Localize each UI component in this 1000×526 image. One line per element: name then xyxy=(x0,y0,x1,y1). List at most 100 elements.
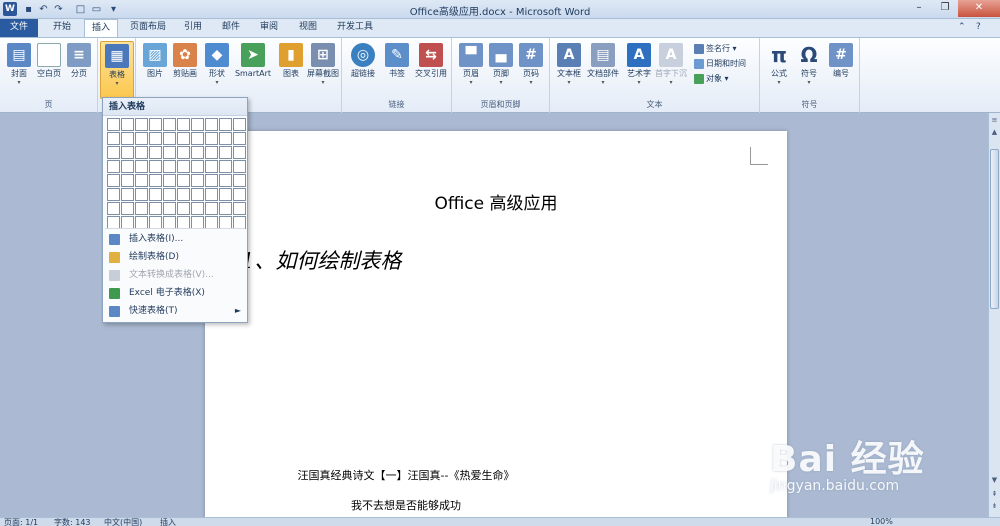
footer-button[interactable]: ▄ 页脚 ▾ xyxy=(484,41,518,99)
menu-convert-text-to-table[interactable]: 文本转换成表格(V)... xyxy=(103,266,247,284)
table-grid-cell[interactable] xyxy=(177,188,190,201)
minimize-icon[interactable]: – xyxy=(906,0,932,17)
header-button[interactable]: ▀ 页眉 ▾ xyxy=(454,41,488,99)
table-grid-cell[interactable] xyxy=(219,118,232,131)
table-grid-cell[interactable] xyxy=(219,146,232,159)
status-words[interactable]: 字数: 143 xyxy=(54,517,91,526)
table-grid-cell[interactable] xyxy=(163,202,176,215)
symbol-button[interactable]: Ω 符号 ▾ xyxy=(792,41,826,99)
help-icon[interactable]: ? xyxy=(976,22,981,32)
shapes-button[interactable]: ◆ 形状 ▾ xyxy=(200,41,234,99)
table-grid-cell[interactable] xyxy=(163,174,176,187)
table-grid-cell[interactable] xyxy=(121,160,134,173)
table-grid-cell[interactable] xyxy=(177,146,190,159)
quick-parts-button[interactable]: ▤ 文档部件 ▾ xyxy=(586,41,620,99)
bookmark-button[interactable]: ✎ 书签 xyxy=(380,41,414,99)
table-grid-cell[interactable] xyxy=(107,132,120,145)
table-grid-cell[interactable] xyxy=(205,132,218,145)
table-grid-cell[interactable] xyxy=(219,202,232,215)
cross-reference-button[interactable]: ⇆ 交叉引用 xyxy=(412,41,450,99)
table-grid-cell[interactable] xyxy=(107,188,120,201)
table-grid-cell[interactable] xyxy=(233,132,246,145)
blank-page-button[interactable]: 空白页 xyxy=(32,41,66,99)
table-grid-cell[interactable] xyxy=(191,160,204,173)
table-grid-cell[interactable] xyxy=(149,202,162,215)
table-grid-cell[interactable] xyxy=(135,188,148,201)
tab-review[interactable]: 审阅 xyxy=(252,19,286,37)
tab-references[interactable]: 引用 xyxy=(176,19,210,37)
table-grid-cell[interactable] xyxy=(177,160,190,173)
status-language[interactable]: 中文(中国) xyxy=(104,517,142,526)
table-grid-cell[interactable] xyxy=(121,188,134,201)
table-grid-cell[interactable] xyxy=(219,132,232,145)
table-grid-cell[interactable] xyxy=(163,132,176,145)
status-mode[interactable]: 插入 xyxy=(160,517,176,526)
vertical-scrollbar[interactable]: ≡ ▲ ▼ ⇞ ⇟ xyxy=(988,113,1000,517)
smartart-button[interactable]: ➤ SmartArt xyxy=(232,41,274,99)
table-grid-cell[interactable] xyxy=(219,174,232,187)
picture-button[interactable]: ▨ 图片 xyxy=(138,41,172,99)
date-time-button[interactable]: 日期和时间 xyxy=(694,57,746,70)
table-grid-cell[interactable] xyxy=(205,188,218,201)
table-grid-cell[interactable] xyxy=(233,174,246,187)
table-grid-cell[interactable] xyxy=(191,118,204,131)
tab-view[interactable]: 视图 xyxy=(290,19,326,37)
table-grid-cell[interactable] xyxy=(149,188,162,201)
table-grid-cell[interactable] xyxy=(163,188,176,201)
table-grid-cell[interactable] xyxy=(177,202,190,215)
wordart-button[interactable]: A 艺术字 ▾ xyxy=(622,41,656,99)
cover-page-button[interactable]: ▤ 封面 ▾ xyxy=(2,41,36,99)
object-button[interactable]: 对象 ▾ xyxy=(694,72,729,85)
table-grid-cell[interactable] xyxy=(205,118,218,131)
tab-insert[interactable]: 插入 xyxy=(84,19,118,37)
tab-page-layout[interactable]: 页面布局 xyxy=(124,19,172,37)
table-grid-cell[interactable] xyxy=(219,188,232,201)
drop-cap-button[interactable]: A 首字下沉 ▾ xyxy=(654,41,688,99)
text-box-button[interactable]: A 文本框 ▾ xyxy=(552,41,586,99)
next-page-icon[interactable]: ⇟ xyxy=(989,501,1000,511)
maximize-icon[interactable]: ❐ xyxy=(932,0,958,17)
table-grid-cell[interactable] xyxy=(135,160,148,173)
table-grid-cell[interactable] xyxy=(149,146,162,159)
table-grid-cell[interactable] xyxy=(149,174,162,187)
close-icon[interactable]: ✕ xyxy=(958,0,1000,17)
table-grid-cell[interactable] xyxy=(107,174,120,187)
table-grid-cell[interactable] xyxy=(177,132,190,145)
table-grid-cell[interactable] xyxy=(219,160,232,173)
table-grid-cell[interactable] xyxy=(135,118,148,131)
table-grid-cell[interactable] xyxy=(107,146,120,159)
number-button[interactable]: # 编号 xyxy=(824,41,858,99)
status-zoom[interactable]: 100% xyxy=(870,517,893,526)
table-size-grid[interactable] xyxy=(107,118,246,229)
table-grid-cell[interactable] xyxy=(191,188,204,201)
table-grid-cell[interactable] xyxy=(233,146,246,159)
table-grid-cell[interactable] xyxy=(205,174,218,187)
page-number-button[interactable]: # 页码 ▾ xyxy=(514,41,548,99)
table-grid-cell[interactable] xyxy=(177,174,190,187)
signature-line-button[interactable]: 签名行 ▾ xyxy=(694,42,737,55)
table-grid-cell[interactable] xyxy=(121,118,134,131)
table-grid-cell[interactable] xyxy=(107,202,120,215)
table-grid-cell[interactable] xyxy=(163,146,176,159)
chart-button[interactable]: ▮ 图表 xyxy=(274,41,308,99)
screenshot-button[interactable]: ⊞ 屏幕截图 ▾ xyxy=(306,41,340,99)
table-grid-cell[interactable] xyxy=(205,202,218,215)
table-grid-cell[interactable] xyxy=(233,188,246,201)
document-page[interactable]: Office 高级应用 1、如何绘制表格 汪国真经典诗文【一】汪国真--《热爱生… xyxy=(205,131,787,526)
table-grid-cell[interactable] xyxy=(107,118,120,131)
table-grid-cell[interactable] xyxy=(121,174,134,187)
tab-mailings[interactable]: 邮件 xyxy=(214,19,248,37)
tab-developer[interactable]: 开发工具 xyxy=(330,19,380,37)
table-grid-cell[interactable] xyxy=(191,174,204,187)
scroll-down-icon[interactable]: ▼ xyxy=(989,475,1000,485)
scroll-up-icon[interactable]: ▲ xyxy=(989,127,1000,137)
table-grid-cell[interactable] xyxy=(135,202,148,215)
table-grid-cell[interactable] xyxy=(191,202,204,215)
clip-art-button[interactable]: ✿ 剪贴画 xyxy=(168,41,202,99)
table-grid-cell[interactable] xyxy=(135,132,148,145)
table-grid-cell[interactable] xyxy=(149,160,162,173)
table-grid-cell[interactable] xyxy=(205,160,218,173)
table-grid-cell[interactable] xyxy=(177,118,190,131)
table-grid-cell[interactable] xyxy=(149,132,162,145)
table-grid-cell[interactable] xyxy=(135,174,148,187)
